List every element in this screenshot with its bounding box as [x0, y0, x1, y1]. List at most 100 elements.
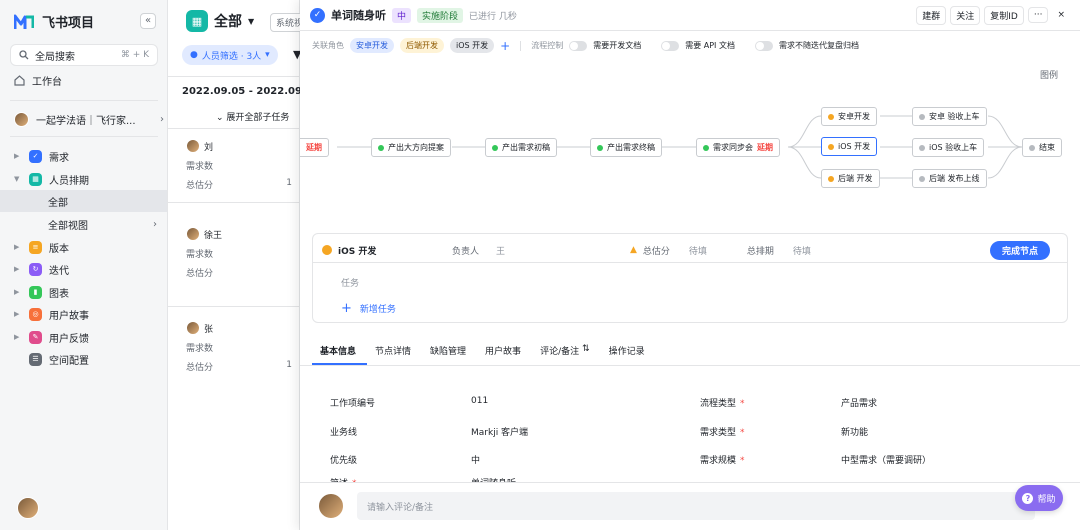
- space-switcher[interactable]: 一起学法语｜飞行家... ›: [14, 109, 164, 129]
- person-name: 张: [204, 324, 214, 335]
- caret-right-icon: ▶: [14, 333, 20, 341]
- sidebar-item-label: 图表: [49, 288, 69, 300]
- task-title[interactable]: 单词随身听: [331, 7, 386, 23]
- toggle-switch[interactable]: [754, 40, 773, 51]
- status-dot: [378, 144, 384, 151]
- people-filter[interactable]: ● 人员筛选 · 3人 ▾: [182, 45, 278, 65]
- flow-node[interactable]: 产出大方向提案: [371, 138, 451, 157]
- status-dot: [322, 245, 332, 255]
- field-value[interactable]: 产品需求: [841, 396, 877, 409]
- person-card[interactable]: 刘 需求数 总估分 1: [168, 128, 300, 202]
- sidebar-item-iteration[interactable]: ▶ ↻ 迭代: [14, 259, 164, 279]
- sidebar-item-version[interactable]: ▶ ≡ 版本: [14, 237, 164, 257]
- expand-all-subtasks[interactable]: ⌄ 展开全部子任务: [216, 110, 289, 123]
- sidebar-item-user-story[interactable]: ▶ ◎ 用户故事: [14, 304, 164, 324]
- user-avatar[interactable]: [17, 497, 39, 519]
- flow-node[interactable]: 产出需求初稿: [485, 138, 557, 157]
- add-task-button[interactable]: + 新增任务: [341, 301, 396, 316]
- add-role-button[interactable]: +: [500, 39, 510, 53]
- user-icon: ●: [190, 50, 198, 60]
- toggle-label: 需要开发文档: [593, 41, 642, 50]
- complete-node-button[interactable]: 完成节点: [989, 240, 1050, 260]
- task-header: ✓ 单词随身听 中 实施阶段 已进行 几秒 建群 关注 复制ID ··· ×: [310, 4, 1070, 26]
- grid-icon: ▦: [186, 10, 208, 32]
- copy-id-button[interactable]: 复制ID: [984, 5, 1024, 25]
- tab-basic-info[interactable]: 基本信息: [312, 344, 368, 365]
- person-name: 徐王: [204, 230, 223, 241]
- comment-input[interactable]: 请输入评论/备注: [357, 492, 1035, 520]
- home-icon: [14, 74, 25, 86]
- help-button[interactable]: ? 帮助: [1015, 485, 1063, 511]
- sort-icon[interactable]: ⇅: [582, 344, 601, 365]
- schedule-value[interactable]: 待填: [793, 244, 811, 257]
- flow-node[interactable]: 产出需求终稿: [590, 138, 662, 157]
- app-brand[interactable]: 飞书项目: [14, 12, 94, 31]
- tab-defects[interactable]: 缺陷管理: [422, 344, 477, 365]
- sidebar-item-label: 全部: [48, 197, 68, 209]
- flow-node-selected[interactable]: iOS 开发: [821, 137, 878, 156]
- person-card[interactable]: 张 需求数 总估分 1: [168, 306, 300, 426]
- view-title[interactable]: ▦ 全部 ▼: [186, 10, 254, 32]
- sidebar-item-space-config[interactable]: ☰ 空间配置: [14, 349, 164, 369]
- task-type-icon: ✓: [310, 7, 325, 23]
- flow-node[interactable]: 延期: [300, 138, 329, 157]
- status-dot: [492, 144, 498, 151]
- tab-node-detail[interactable]: 节点详情: [367, 344, 422, 365]
- flow-node[interactable]: 后端 开发: [821, 169, 880, 188]
- field-value[interactable]: 新功能: [841, 425, 868, 438]
- caret-right-icon: ▶: [14, 288, 20, 296]
- view-name: 全部: [214, 14, 242, 30]
- person-name: 刘: [204, 142, 214, 153]
- status-dot: [703, 144, 709, 151]
- sidebar-subitem-all[interactable]: 全部: [0, 190, 167, 212]
- detail-tabs: 基本信息 节点详情 缺陷管理 用户故事 评论/备注 ⇅ 操作记录: [312, 344, 656, 365]
- sidebar-item-chart[interactable]: ▶ ▮ 图表: [14, 282, 164, 302]
- role-chip[interactable]: 安卓开发: [350, 38, 394, 53]
- toggle-label: 需求不随迭代复盘归档: [778, 41, 859, 50]
- field-value[interactable]: 011: [471, 396, 488, 406]
- priority-tag[interactable]: 中: [392, 7, 412, 23]
- owner-value[interactable]: 王: [482, 244, 630, 257]
- sidebar-subitem-all-views[interactable]: 全部视图 ›: [0, 213, 167, 235]
- role-chip[interactable]: iOS 开发: [450, 38, 495, 53]
- stage-tag[interactable]: 实施阶段: [417, 7, 464, 23]
- plus-icon: +: [341, 301, 352, 316]
- flow-node[interactable]: 需求同步会 延期: [696, 138, 780, 157]
- tab-user-story[interactable]: 用户故事: [477, 344, 532, 365]
- legend-button[interactable]: 图例: [1040, 68, 1058, 81]
- flow-node[interactable]: iOS 验收上车: [912, 138, 985, 157]
- toggle-switch[interactable]: [569, 40, 588, 51]
- global-search[interactable]: 全局搜索 ⌘ + K: [10, 44, 158, 66]
- score-value[interactable]: 待填: [689, 244, 747, 257]
- create-group-button[interactable]: 建群: [916, 5, 947, 25]
- flow-node[interactable]: 安卓 验收上车: [912, 107, 987, 126]
- status-dot: [597, 144, 603, 151]
- sidebar-item-label: 用户故事: [49, 310, 89, 322]
- sidebar-item-label: 全部视图: [48, 220, 88, 232]
- elapsed-time: 已进行 几秒: [469, 11, 517, 22]
- sidebar-item-workbench[interactable]: 工作台: [14, 70, 164, 90]
- sidebar-divider: [10, 100, 158, 101]
- chevron-right-icon: ›: [153, 218, 157, 230]
- tab-history[interactable]: 操作记录: [601, 344, 656, 365]
- person-card[interactable]: 徐王 需求数 总估分: [168, 202, 300, 306]
- flow-node[interactable]: 后端 发布上线: [912, 169, 987, 188]
- chevron-right-icon: ›: [160, 113, 164, 125]
- flow-node[interactable]: 结束: [1022, 138, 1062, 157]
- more-icon[interactable]: ···: [1027, 7, 1049, 23]
- field-value[interactable]: 中: [471, 453, 480, 466]
- flow-node[interactable]: 安卓开发: [821, 107, 877, 126]
- follow-button[interactable]: 关注: [950, 5, 981, 25]
- sidebar-item-user-feedback[interactable]: ▶ ✎ 用户反馈: [14, 327, 164, 347]
- sidebar-item-demand[interactable]: ▶ ✓ 需求: [14, 146, 164, 166]
- close-icon[interactable]: ×: [1052, 8, 1070, 22]
- search-icon: [19, 50, 29, 60]
- toggle-switch[interactable]: [661, 40, 680, 51]
- field-value[interactable]: 中型需求（需要调研）: [841, 453, 931, 466]
- caret-right-icon: ▶: [14, 265, 20, 273]
- sidebar-item-schedule[interactable]: ▼ ▦ 人员排期: [14, 169, 164, 189]
- collapse-sidebar-button[interactable]: «: [140, 13, 156, 29]
- story-icon: ◎: [29, 307, 42, 321]
- role-chip[interactable]: 后端开发: [400, 38, 444, 53]
- field-value[interactable]: Markji 客户端: [471, 425, 528, 438]
